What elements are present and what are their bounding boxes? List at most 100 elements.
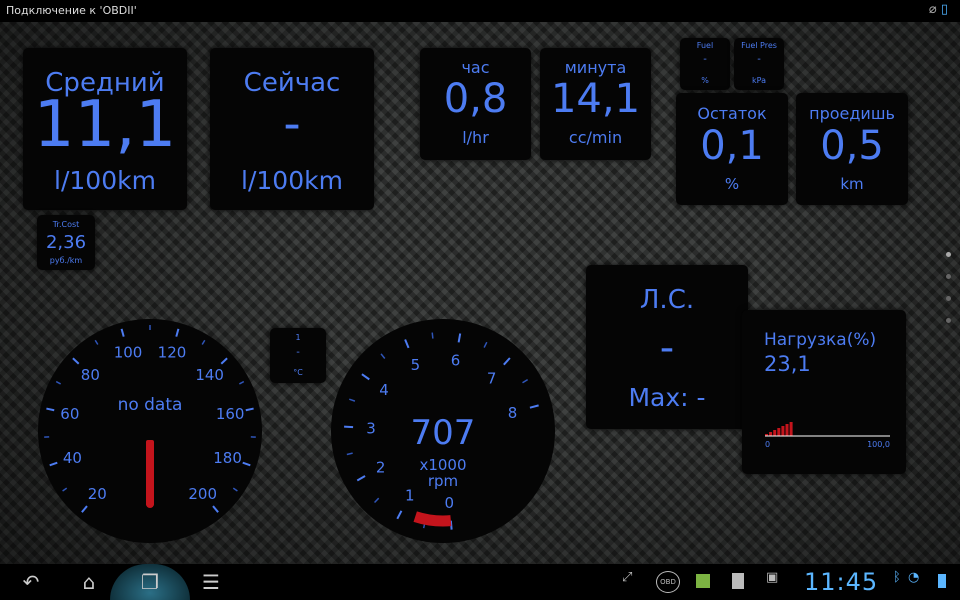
status-icons: ⌀ ▯ [929,2,948,17]
trip-cost-label: Tr.Cost [52,220,80,229]
trip-cost-unit: руб./km [49,256,83,265]
page-dot[interactable] [946,296,951,301]
hp-value: - [659,325,675,371]
minute-consumption-panel[interactable]: минута 14,1 cc/min [540,48,651,160]
rpm-gauge[interactable]: 012345 678 707 x1000 rpm [330,318,556,544]
battery-icon [938,574,946,588]
wifi-icon: ◔ [908,570,920,585]
status-bar: Подключение к 'OBDII' ⌀ ▯ [0,0,960,22]
gauge-tick-label: 160 [216,405,245,423]
range-value: 0,5 [820,123,884,169]
minute-unit: cc/min [568,128,623,147]
speed-gauge[interactable]: 20 40 60 80 100 120 140 160 180 200 no data [37,318,263,544]
recent-apps-button[interactable]: ❐ [110,564,190,600]
rpm-value-arc [413,511,452,527]
back-button[interactable]: ↶ [6,564,56,600]
gauge-tick-label: 6 [451,351,461,369]
gauge-tick-label: 1 [405,486,415,504]
load-history-bar [769,432,773,436]
load-history-bar [773,430,777,436]
now-unit: l/100km [241,166,343,195]
sd-card-icon[interactable] [732,573,744,589]
hour-label: час [461,58,490,77]
hour-value: 0,8 [443,76,508,122]
avg-consumption-panel[interactable]: Средний 11,1 l/100km [23,48,187,210]
speed-needle [146,440,154,506]
hourly-consumption-panel[interactable]: час 0,8 l/hr [420,48,531,160]
gauge-tick-label: 4 [379,381,389,399]
speed-gauge-face [38,319,262,543]
page-dot[interactable] [946,274,951,279]
minute-value: 14,1 [550,76,641,122]
range-unit: km [840,175,864,193]
gauge-tick-label: 0 [445,494,455,512]
speed-needle-hub [146,500,154,508]
fuel-unit: % [701,76,709,85]
obd-icon[interactable]: OBD [656,571,680,593]
fuel-label: Fuel [696,41,714,50]
screen-resize-icon[interactable]: ⤢ [622,570,632,585]
gauge-tick-label: 8 [508,404,518,422]
rpm-value: 707 [411,413,476,453]
fuel-pres-label: Fuel Pres [741,41,777,50]
load-axis-min: 0 [765,440,770,449]
hour-unit: l/hr [462,128,489,147]
fuel-level-panel[interactable]: Fuel - % [680,38,730,90]
minute-label: минута [564,58,627,77]
gauge-tick-label: 100 [114,343,143,361]
page-dot[interactable] [946,318,951,323]
load-history-bar [777,428,781,436]
range-label: проедишь [809,104,895,123]
system-navigation-bar: ↶ ⌂ ❐ ☰ ⤢ OBD ▣ 11:45 ᛒ ◔ [0,564,960,600]
hp-max: Max: - [628,383,706,412]
now-value: - [283,96,301,152]
gauge-tick-label: 7 [487,369,497,387]
range-panel[interactable]: проедишь 0,5 km [796,93,908,205]
rpm-unit: rpm [428,472,458,490]
load-bar-chart: 0 100,0 [765,422,890,449]
gauge-tick-label: 180 [213,449,242,467]
phone-icon: ▯ [940,2,948,17]
android-icon[interactable] [696,574,710,588]
load-value: 23,1 [764,352,811,376]
temp-value: - [296,347,300,358]
remaining-value: 0,1 [700,123,764,169]
engine-load-panel[interactable]: Нагрузка(%) 23,1 0 100,0 [742,310,906,474]
remaining-fuel-panel[interactable]: Остаток 0,1 % [676,93,788,205]
gallery-icon[interactable]: ▣ [766,570,778,585]
page-dot[interactable] [946,252,951,257]
fuel-pres-unit: kPa [752,76,766,85]
hp-label: Л.С. [639,285,695,315]
bluetooth-icon: ᛒ [893,570,901,585]
load-history-bar [781,426,785,436]
gauge-tick [431,332,434,339]
avg-unit: l/100km [54,166,156,195]
clock: 11:45 [804,568,879,596]
gauge-tick-label: 120 [158,343,187,361]
gauge-tick-label: 60 [60,405,79,423]
fuel-pres-value: - [757,54,761,65]
gauge-tick-label: 5 [411,356,421,374]
temp-unit: °C [293,368,303,377]
current-consumption-panel[interactable]: Сейчас - l/100km [210,48,374,210]
gauge-tick-label: 140 [195,366,224,384]
now-label: Сейчас [243,68,341,98]
temperature-panel[interactable]: 1 - °C [270,328,326,383]
menu-button[interactable]: ☰ [186,564,236,600]
temp-label: 1 [295,333,301,342]
load-axis-max: 100,0 [867,440,890,449]
load-history-bar [785,424,789,436]
fuel-pressure-panel[interactable]: Fuel Pres - kPa [734,38,784,90]
page-indicator [946,252,951,340]
load-history-bar [789,422,793,436]
remaining-label: Остаток [697,104,767,123]
trip-cost-panel[interactable]: Tr.Cost 2,36 руб./km [37,215,95,270]
gps-off-icon: ⌀ [928,2,937,17]
avg-value: 11,1 [33,88,177,162]
horsepower-panel[interactable]: Л.С. - Max: - [586,265,748,429]
gauge-tick-label: 2 [376,458,386,476]
home-button[interactable]: ⌂ [64,564,114,600]
speed-readout: no data [118,395,183,415]
remaining-unit: % [724,175,740,193]
gauge-tick-label: 40 [63,449,82,467]
